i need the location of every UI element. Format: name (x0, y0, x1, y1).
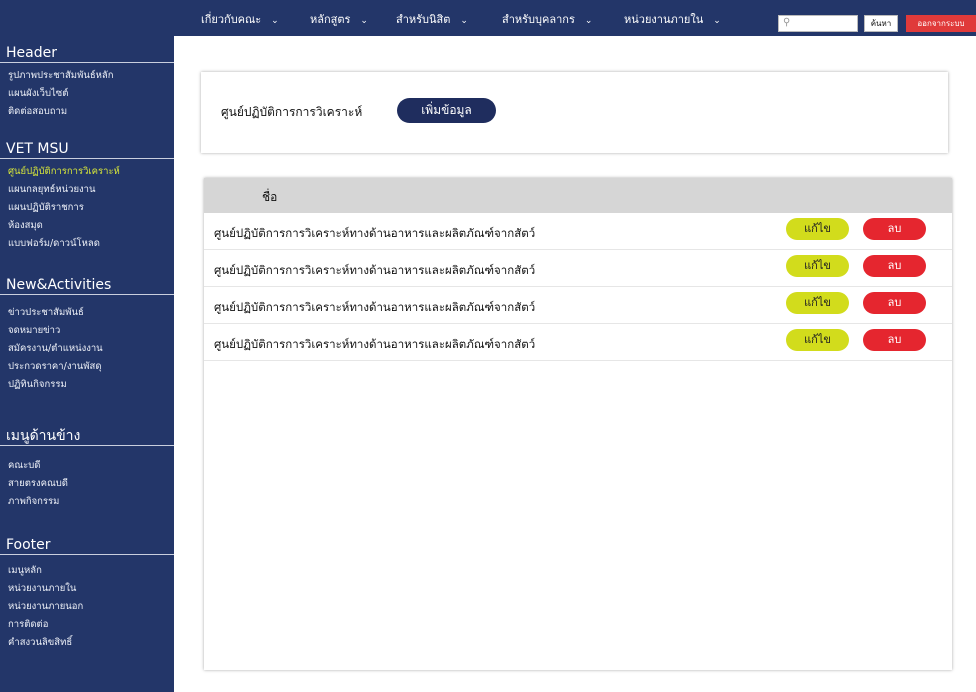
chevron-down-icon: ⌄ (584, 16, 593, 26)
sidebar-item-newsletter[interactable]: จดหมายข่าว (0, 322, 174, 340)
form-label: ศูนย์ปฏิบัติการการวิเคราะห์ (221, 105, 363, 119)
nav-item-label: สำหรับนิสิต (396, 13, 451, 26)
nav-item-label: หน่วยงานภายใน (624, 13, 704, 26)
sidebar-section-news: New&Activities ข่าวประชาสัมพันธ์ จดหมายข… (0, 275, 174, 394)
nav-item-students[interactable]: สำหรับนิสิต ⌄ (396, 12, 468, 28)
sidebar-item-procurement[interactable]: ประกวดราคา/งานพัสดุ (0, 358, 174, 376)
sidebar-item-internal-units[interactable]: หน่วยงานภายใน (0, 580, 174, 598)
edit-button[interactable]: แก้ไข (786, 218, 849, 240)
table-row: ศูนย์ปฏิบัติการการวิเคราะห์ทางด้านอาหารแ… (204, 324, 952, 361)
sidebar-item-main-menu[interactable]: เมนูหลัก (0, 562, 174, 580)
delete-button[interactable]: ลบ (863, 329, 926, 351)
table-row: ศูนย์ปฏิบัติการการวิเคราะห์ทางด้านอาหารแ… (204, 287, 952, 324)
sidebar-item-activity-photos[interactable]: ภาพกิจกรรม (0, 493, 174, 511)
sidebar-item-sitemap[interactable]: แผนผังเว็บไซต์ (0, 85, 174, 103)
search-input[interactable] (793, 17, 855, 30)
sidebar-item-jobs[interactable]: สมัครงาน/ตำแหน่งงาน (0, 340, 174, 358)
search-icon: ⚲ (783, 17, 791, 28)
sidebar-section-title: New&Activities (0, 275, 174, 295)
search-button[interactable]: ค้นหา (864, 15, 898, 32)
nav-item-label: สำหรับบุคลากร (502, 13, 575, 26)
add-data-button[interactable]: เพิ่มข้อมูล (397, 98, 496, 123)
nav-item-curriculum[interactable]: หลักสูตร ⌄ (310, 12, 368, 28)
logout-button[interactable]: ออกจากระบบ (906, 15, 976, 32)
sidebar-item-calendar[interactable]: ปฏิทินกิจกรรม (0, 376, 174, 394)
sidebar-item-main-banner[interactable]: รูปภาพประชาสัมพันธ์หลัก (0, 67, 174, 85)
table-row: ศูนย์ปฏิบัติการการวิเคราะห์ทางด้านอาหารแ… (204, 250, 952, 287)
sidebar-section-side-menu: เมนูด้านข้าง คณะบดี สายตรงคณบดี ภาพกิจกร… (0, 426, 174, 511)
row-name: ศูนย์ปฏิบัติการการวิเคราะห์ทางด้านอาหารแ… (214, 226, 536, 240)
sidebar-item-dean-hotline[interactable]: สายตรงคณบดี (0, 475, 174, 493)
table-row: ศูนย์ปฏิบัติการการวิเคราะห์ทางด้านอาหารแ… (204, 213, 952, 250)
chevron-down-icon: ⌄ (713, 16, 721, 26)
nav-item-label: เกี่ยวกับคณะ (201, 13, 262, 26)
sidebar-section-vet-msu: VET MSU ศูนย์ปฏิบัติการการวิเคราะห์ แผนก… (0, 139, 174, 253)
nav-item-label: หลักสูตร (310, 13, 351, 26)
chevron-down-icon: ⌄ (271, 16, 279, 26)
nav-item-about[interactable]: เกี่ยวกับคณะ ⌄ (201, 12, 279, 28)
chevron-down-icon: ⌄ (360, 16, 368, 26)
edit-button[interactable]: แก้ไข (786, 292, 849, 314)
sidebar-item-analysis-center[interactable]: ศูนย์ปฏิบัติการการวิเคราะห์ (0, 163, 174, 181)
sidebar-section-title: VET MSU (0, 139, 174, 159)
column-header-name: ชื่อ (262, 190, 278, 204)
sidebar-section-footer: Footer เมนูหลัก หน่วยงานภายใน หน่วยงานภา… (0, 535, 174, 652)
sidebar-item-contact[interactable]: ติดต่อสอบถาม (0, 103, 174, 121)
delete-button[interactable]: ลบ (863, 255, 926, 277)
sidebar-section-title: เมนูด้านข้าง (0, 426, 174, 446)
edit-button[interactable]: แก้ไข (786, 255, 849, 277)
chevron-down-icon: ⌄ (460, 16, 468, 26)
sidebar-section-title: Header (0, 43, 174, 63)
sidebar-item-library[interactable]: ห้องสมุด (0, 217, 174, 235)
row-name: ศูนย์ปฏิบัติการการวิเคราะห์ทางด้านอาหารแ… (214, 337, 536, 351)
nav-item-internal-units[interactable]: หน่วยงานภายใน ⌄ (624, 12, 721, 28)
sidebar-item-press-release[interactable]: ข่าวประชาสัมพันธ์ (0, 304, 174, 322)
table-header: ชื่อ (204, 178, 952, 213)
edit-button[interactable]: แก้ไข (786, 329, 849, 351)
search-box: ⚲ (778, 15, 858, 32)
form-card: ศูนย์ปฏิบัติการการวิเคราะห์ เพิ่มข้อมูล (201, 72, 948, 153)
sidebar-item-contact-info[interactable]: การติดต่อ (0, 616, 174, 634)
row-name: ศูนย์ปฏิบัติการการวิเคราะห์ทางด้านอาหารแ… (214, 263, 536, 277)
sidebar-item-action-plan[interactable]: แผนปฏิบัติราชการ (0, 199, 174, 217)
sidebar: Header รูปภาพประชาสัมพันธ์หลัก แผนผังเว็… (0, 0, 174, 692)
sidebar-item-external-units[interactable]: หน่วยงานภายนอก (0, 598, 174, 616)
nav-item-staff[interactable]: สำหรับบุคลากร ⌄ (502, 12, 592, 28)
row-name: ศูนย์ปฏิบัติการการวิเคราะห์ทางด้านอาหารแ… (214, 300, 536, 314)
sidebar-item-strategic-plan[interactable]: แผนกลยุทธ์หน่วยงาน (0, 181, 174, 199)
delete-button[interactable]: ลบ (863, 292, 926, 314)
sidebar-section-header: Header รูปภาพประชาสัมพันธ์หลัก แผนผังเว็… (0, 43, 174, 121)
data-table: ชื่อ ศูนย์ปฏิบัติการการวิเคราะห์ทางด้านอ… (204, 178, 952, 670)
sidebar-section-title: Footer (0, 535, 174, 555)
delete-button[interactable]: ลบ (863, 218, 926, 240)
sidebar-item-forms-download[interactable]: แบบฟอร์ม/ดาวน์โหลด (0, 235, 174, 253)
sidebar-item-copyright[interactable]: คำสงวนลิขสิทธิ์ (0, 634, 174, 652)
sidebar-item-dean[interactable]: คณะบดี (0, 457, 174, 475)
